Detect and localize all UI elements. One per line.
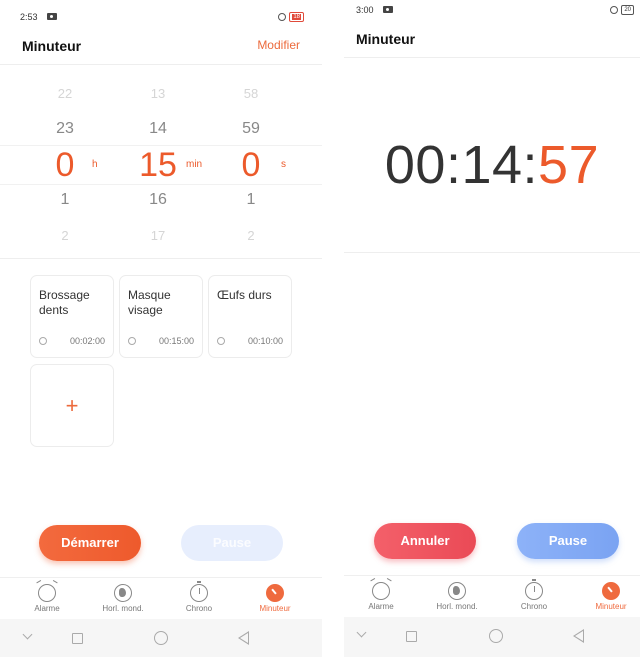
minutes-unit: min xyxy=(186,159,203,170)
back-button[interactable] xyxy=(238,631,249,645)
recents-button[interactable] xyxy=(72,633,83,644)
home-button[interactable] xyxy=(489,629,503,643)
tab-label: Minuteur xyxy=(259,604,291,613)
plus-icon: + xyxy=(65,392,79,418)
recents-button[interactable] xyxy=(406,631,417,642)
hours-selected: 0 xyxy=(55,146,75,184)
preset-duration: 00:02:00 xyxy=(69,336,105,346)
countdown-display: 00:14:57 xyxy=(344,134,640,196)
bottom-tab-bar: Alarme Horl. mond. Chrono Minuteur xyxy=(0,577,322,621)
preset-duration: 00:15:00 xyxy=(158,336,194,346)
tab-label: Horl. mond. xyxy=(102,604,144,613)
battery-icon: 18 xyxy=(289,12,304,22)
chevron-down-icon[interactable] xyxy=(22,629,33,640)
tab-label: Minuteur xyxy=(595,602,627,611)
seconds-unit: s xyxy=(281,159,286,170)
start-button[interactable]: Démarrer xyxy=(39,525,141,561)
tab-stopwatch[interactable]: Chrono xyxy=(494,579,574,611)
modify-button[interactable]: Modifier xyxy=(257,38,300,52)
preset-card[interactable]: Masque visage 00:15:00 xyxy=(119,275,203,358)
minutes-above: 14 xyxy=(149,120,167,137)
time-picker[interactable]: 22 23 0 1 2 h 13 14 15 16 17 min 58 59 0… xyxy=(0,80,322,255)
cancel-button[interactable]: Annuler xyxy=(374,523,476,559)
preset-name: Masque visage xyxy=(128,288,171,317)
timer-icon xyxy=(266,584,284,602)
minutes-far-below: 17 xyxy=(150,228,166,243)
preset-name: Œufs durs xyxy=(217,288,272,302)
pause-button[interactable]: Pause xyxy=(517,523,619,559)
tab-label: Chrono xyxy=(185,604,213,613)
camera-icon xyxy=(383,6,393,13)
tab-stopwatch[interactable]: Chrono xyxy=(159,581,239,613)
alarm-icon xyxy=(38,584,56,602)
divider xyxy=(344,57,640,58)
tab-alarm[interactable]: Alarme xyxy=(7,584,87,613)
preset-duration: 00:10:00 xyxy=(247,336,283,346)
seconds-far-below: 2 xyxy=(247,228,255,243)
clock-icon xyxy=(128,337,136,345)
status-bar: 2:53 18 xyxy=(0,0,322,30)
battery-level: 20 xyxy=(624,7,631,13)
preset-card[interactable]: Œufs durs 00:10:00 xyxy=(208,275,292,358)
page-title: Minuteur xyxy=(22,38,82,54)
status-time: 2:53 xyxy=(20,12,38,22)
screen-gap xyxy=(322,0,344,657)
tab-timer[interactable]: Minuteur xyxy=(571,582,640,611)
seconds-far-above: 58 xyxy=(243,86,259,101)
seconds-selected: 0 xyxy=(241,146,261,184)
pause-button-disabled: Pause xyxy=(181,525,283,561)
tab-timer[interactable]: Minuteur xyxy=(235,584,315,613)
camera-icon xyxy=(47,13,57,20)
countdown-seconds: 57 xyxy=(538,135,600,195)
preset-name: Brossage dents xyxy=(39,288,90,317)
alarm-icon xyxy=(372,582,390,600)
tab-label: Horl. mond. xyxy=(436,602,478,611)
preset-card[interactable]: Brossage dents 00:02:00 xyxy=(30,275,114,358)
add-preset-button[interactable]: + xyxy=(30,364,114,447)
minutes-far-above: 13 xyxy=(150,86,166,101)
battery-icon: 20 xyxy=(621,5,634,15)
globe-icon xyxy=(114,584,132,602)
home-button[interactable] xyxy=(154,631,168,645)
battery-level: 18 xyxy=(292,14,301,20)
stopwatch-icon xyxy=(190,581,208,602)
minutes-below: 16 xyxy=(149,191,167,208)
tab-label: Alarme xyxy=(368,602,394,611)
divider xyxy=(0,258,322,259)
hours-far-below: 2 xyxy=(61,228,69,243)
tab-alarm[interactable]: Alarme xyxy=(344,582,421,611)
back-button[interactable] xyxy=(573,629,584,643)
globe-icon xyxy=(448,582,466,600)
timer-running-screen: 3:00 20 Minuteur 00:14:57 Annuler Pause … xyxy=(344,0,640,657)
countdown-hours-minutes: 00:14: xyxy=(384,135,539,195)
system-nav-bar xyxy=(344,617,640,657)
clock-icon xyxy=(217,337,225,345)
tab-world-clock[interactable]: Horl. mond. xyxy=(417,582,497,611)
stopwatch-icon xyxy=(525,579,543,600)
timer-setup-screen: 2:53 18 Minuteur Modifier 22 23 0 1 2 h … xyxy=(0,0,322,657)
tab-label: Alarme xyxy=(34,604,60,613)
tab-world-clock[interactable]: Horl. mond. xyxy=(83,584,163,613)
seconds-below: 1 xyxy=(246,191,256,208)
hours-below: 1 xyxy=(60,191,70,208)
divider xyxy=(344,252,640,253)
timer-icon xyxy=(602,582,620,600)
clock-icon xyxy=(39,337,47,345)
alarm-status-icon xyxy=(610,6,619,14)
divider xyxy=(0,64,322,65)
seconds-above: 59 xyxy=(242,120,260,137)
alarm-status-icon xyxy=(278,13,287,21)
hours-far-above: 22 xyxy=(57,86,73,101)
hours-above: 23 xyxy=(56,120,74,137)
bottom-tab-bar: Alarme Horl. mond. Chrono Minuteur xyxy=(344,575,640,619)
status-bar: 3:00 20 xyxy=(344,0,640,30)
tab-label: Chrono xyxy=(520,602,548,611)
status-time: 3:00 xyxy=(356,5,374,15)
system-nav-bar xyxy=(0,619,322,657)
hours-unit: h xyxy=(92,159,98,170)
page-title: Minuteur xyxy=(356,31,416,47)
chevron-down-icon[interactable] xyxy=(356,627,367,638)
